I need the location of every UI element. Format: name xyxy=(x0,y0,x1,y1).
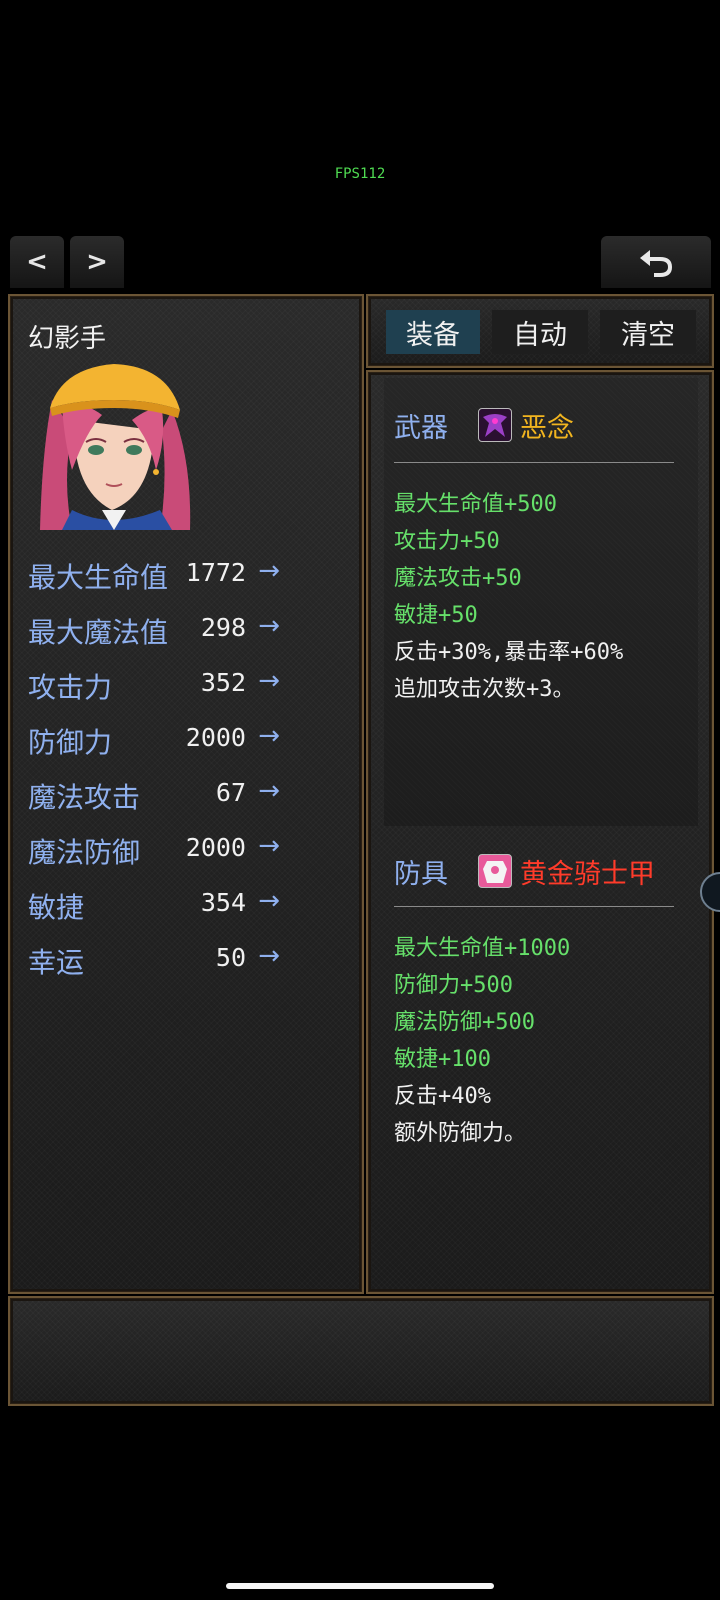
armor-slot-label: 防具 xyxy=(394,859,448,890)
armor-effect: 最大生命值+1000 xyxy=(394,936,571,961)
stat-label: 最大魔法值 xyxy=(28,616,169,649)
tab-clear[interactable]: 清空 xyxy=(600,310,696,354)
weapon-effect: 敏捷+50 xyxy=(394,603,478,628)
arrow-right-icon: → xyxy=(258,721,280,751)
arrow-right-icon: → xyxy=(258,776,280,806)
armor-effect: 魔法防御+500 xyxy=(394,1010,535,1035)
stat-label: 魔法攻击 xyxy=(28,781,141,814)
stat-value: 298 xyxy=(200,613,246,642)
character-name: 幻影手 xyxy=(28,324,107,354)
armor-effect: 敏捷+100 xyxy=(394,1047,491,1072)
arrow-right-icon: → xyxy=(258,556,280,586)
fps-counter: FPS112 xyxy=(334,166,386,182)
prev-label: < xyxy=(26,247,48,277)
stat-value: 2000 xyxy=(185,723,246,752)
help-panel xyxy=(8,1296,714,1406)
weapon-divider xyxy=(394,462,674,463)
weapon-slot-label: 武器 xyxy=(394,413,448,444)
character-portrait xyxy=(32,360,194,530)
stat-value: 2000 xyxy=(185,833,246,862)
weapon-effect: 追加攻击次数+3。 xyxy=(394,677,575,702)
return-arrow-icon xyxy=(640,250,672,277)
stat-value: 50 xyxy=(215,943,246,972)
arrow-right-icon: → xyxy=(258,941,280,971)
armor-item-icon[interactable] xyxy=(478,854,512,888)
stat-value: 354 xyxy=(200,888,246,917)
stat-row-max-mp: 最大魔法值 298 → xyxy=(28,611,280,651)
arrow-right-icon: → xyxy=(258,831,280,861)
armor-effect: 防御力+500 xyxy=(394,973,513,998)
arrow-right-icon: → xyxy=(258,886,280,916)
stat-label: 魔法防御 xyxy=(28,836,141,869)
weapon-effect: 魔法攻击+50 xyxy=(394,566,522,591)
stat-row-luck: 幸运 50 → xyxy=(28,941,280,981)
prev-character-button[interactable]: < xyxy=(10,236,64,288)
armor-item-name: 黄金骑士甲 xyxy=(520,859,655,890)
armor-effect: 额外防御力。 xyxy=(394,1121,527,1146)
stat-row-magic-defense: 魔法防御 2000 → xyxy=(28,831,280,871)
stat-row-max-hp: 最大生命值 1772 → xyxy=(28,556,280,596)
stat-row-defense: 防御力 2000 → xyxy=(28,721,280,761)
arrow-right-icon: → xyxy=(258,666,280,696)
armor-effect: 反击+40% xyxy=(394,1084,491,1109)
tab-equip[interactable]: 装备 xyxy=(386,310,480,354)
stat-label: 攻击力 xyxy=(28,671,113,704)
stat-label: 敏捷 xyxy=(28,891,85,924)
weapon-item-name: 恶念 xyxy=(520,413,574,444)
stat-value: 67 xyxy=(215,778,246,807)
weapon-effect: 最大生命值+500 xyxy=(394,492,557,517)
stat-row-magic-attack: 魔法攻击 67 → xyxy=(28,776,280,816)
arrow-right-icon: → xyxy=(258,611,280,641)
stat-label: 幸运 xyxy=(28,946,85,979)
tab-auto[interactable]: 自动 xyxy=(492,310,588,354)
back-button[interactable] xyxy=(601,236,711,288)
tab-label: 清空 xyxy=(621,319,675,351)
armor-divider xyxy=(394,906,674,907)
weapon-item-icon xyxy=(478,408,512,442)
tab-label: 装备 xyxy=(406,319,460,351)
stat-label: 最大生命值 xyxy=(28,561,169,594)
stat-row-attack: 攻击力 352 → xyxy=(28,666,280,706)
weapon-effect: 攻击力+50 xyxy=(394,529,500,554)
stat-value: 1772 xyxy=(185,558,246,587)
home-indicator[interactable] xyxy=(226,1583,494,1589)
next-character-button[interactable]: > xyxy=(70,236,124,288)
weapon-effect: 反击+30%,暴击率+60% xyxy=(394,640,624,665)
stat-value: 352 xyxy=(200,668,246,697)
tab-label: 自动 xyxy=(513,319,567,351)
stat-row-agility: 敏捷 354 → xyxy=(28,886,280,926)
next-label: > xyxy=(86,247,108,277)
stat-label: 防御力 xyxy=(28,726,113,759)
